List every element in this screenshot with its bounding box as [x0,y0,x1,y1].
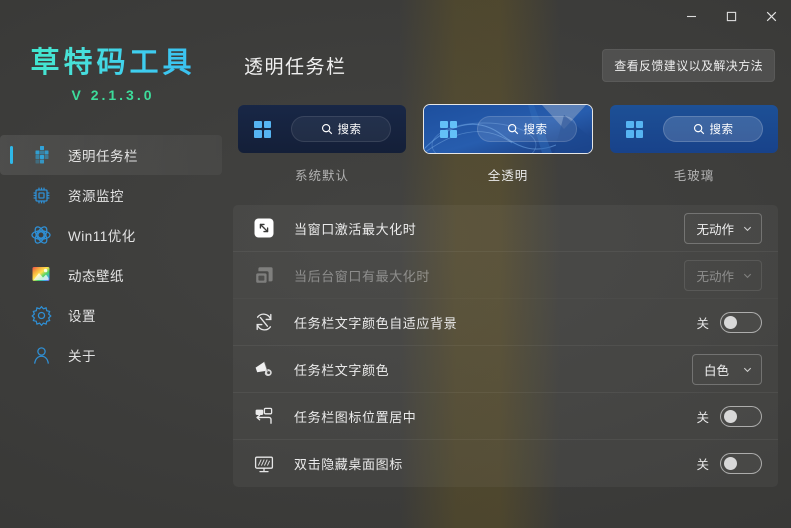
center-icons-toggle[interactable] [720,405,762,427]
sidebar-item-resource-monitor[interactable]: 资源监控 [0,175,222,215]
main-content: 透明任务栏 查看反馈建议以及解决方法 搜索 系统默认 搜索 全透明 搜索 毛玻璃… [222,0,791,528]
background-window-icon [250,261,278,289]
setting-label: 任务栏文字颜色自适应背景 [294,315,458,331]
app-logo-title: 草特码工具 [0,44,222,80]
search-preview-pill: 搜索 [291,116,391,142]
setting-label: 任务栏图标位置居中 [294,409,417,425]
setting-row-window-maximized-active[interactable]: 当窗口激活最大化时 无动作 [233,205,778,252]
taskbar-text-color-dropdown[interactable]: 白色 [692,353,762,385]
setting-label: 双击隐藏桌面图标 [294,457,403,472]
taskbar-icon [28,142,54,168]
chevron-down-icon [743,226,752,231]
style-option-system-default[interactable]: 搜索 系统默认 [238,105,406,184]
style-caption: 全透明 [487,169,529,183]
search-preview-pill: 搜索 [477,116,577,142]
maximize-window-icon [250,214,278,242]
style-caption: 毛玻璃 [673,169,715,183]
setting-row-auto-text-color[interactable]: 任务栏文字颜色自适应背景 关 [233,299,778,346]
settings-panel: 当窗口激活最大化时 无动作 当后台窗口有最大化时 无动作 任务栏文字颜色自适应背… [233,205,778,487]
dropdown-value: 无动作 [696,222,734,237]
setting-label: 当后台窗口有最大化时 [294,268,431,284]
minimize-button[interactable] [671,0,711,32]
sidebar-item-about[interactable]: 关于 [0,335,222,375]
chevron-down-icon [743,273,752,278]
hide-desktop-icons-toggle[interactable] [720,453,762,474]
setting-row-background-window-maximized: 当后台窗口有最大化时 无动作 [233,252,778,299]
sidebar-item-settings[interactable]: 设置 [0,295,222,335]
setting-row-double-click-hide-desktop-icons[interactable]: 双击隐藏桌面图标 关 [233,440,778,487]
search-label: 搜索 [523,124,548,136]
toggle-state-label: 关 [696,410,709,425]
sidebar-item-label: 设置 [68,309,96,324]
sidebar-item-label: 关于 [68,349,96,364]
chevron-down-icon [743,367,752,372]
close-button[interactable] [751,0,791,32]
style-caption: 系统默认 [294,169,349,183]
style-preview-card-selected[interactable]: 搜索 [423,104,593,154]
auto-text-color-toggle-group[interactable]: 关 [696,311,762,333]
style-preview-card[interactable]: 搜索 [238,105,406,153]
toggle-state-label: 关 [696,458,709,472]
sidebar-item-transparent-taskbar[interactable]: 透明任务栏 [0,135,222,175]
search-icon [321,123,332,135]
auto-text-color-toggle[interactable] [720,311,762,333]
style-preview-card[interactable]: 搜索 [610,105,778,153]
sidebar-item-label: 透明任务栏 [68,149,138,164]
window-maximized-action-dropdown[interactable]: 无动作 [684,212,762,244]
sidebar: 草特码工具 V 2.1.3.0 透明任务栏 资源监控 Win11优化 动态壁纸 … [0,0,222,528]
windows-logo-icon [254,120,271,138]
center-icons-toggle-group[interactable]: 关 [696,405,762,427]
search-label: 搜索 [709,124,734,136]
person-icon [28,342,54,368]
page-title: 透明任务栏 [244,56,347,78]
background-window-action-dropdown: 无动作 [684,259,762,291]
toggle-state-label: 关 [696,316,709,331]
align-center-icon [250,402,278,430]
app-version: V 2.1.3.0 [71,87,155,103]
setting-label: 当窗口激活最大化时 [294,221,417,237]
taskbar-style-options: 搜索 系统默认 搜索 全透明 搜索 毛玻璃 [238,104,778,184]
sidebar-nav: 透明任务栏 资源监控 Win11优化 动态壁纸 设置 关于 [0,135,222,375]
page-header: 透明任务栏 查看反馈建议以及解决方法 [244,48,775,82]
style-option-fully-transparent[interactable]: 搜索 全透明 [423,104,593,184]
paint-palette-icon [250,355,278,383]
dropdown-value: 无动作 [696,269,734,284]
setting-row-center-taskbar-icons[interactable]: 任务栏图标位置居中 关 [233,393,778,440]
setting-label: 任务栏文字颜色 [294,362,390,378]
feedback-button[interactable]: 查看反馈建议以及解决方法 [602,48,775,82]
setting-row-taskbar-text-color[interactable]: 任务栏文字颜色 白色 [233,346,778,393]
search-preview-pill: 搜索 [663,116,763,142]
brand-block: 草特码工具 V 2.1.3.0 [0,44,222,104]
hide-desktop-icons-toggle-group[interactable]: 关 [696,453,762,474]
wallpaper-icon [28,262,54,288]
search-label: 搜索 [337,124,362,136]
sidebar-item-label: 资源监控 [68,189,124,204]
sidebar-item-label: 动态壁纸 [68,269,124,284]
windows-logo-icon [440,120,457,138]
atom-optimize-icon [28,222,54,248]
style-option-acrylic-glass[interactable]: 搜索 毛玻璃 [610,105,778,184]
cpu-monitor-icon [28,182,54,208]
maximize-button[interactable] [711,0,751,32]
sidebar-item-dynamic-wallpaper[interactable]: 动态壁纸 [0,255,222,295]
desktop-monitor-icon [250,450,278,478]
sidebar-item-win11-optimize[interactable]: Win11优化 [0,215,222,255]
title-bar [0,0,791,32]
windows-logo-icon [626,120,643,138]
search-icon [693,123,704,135]
search-icon [507,123,518,135]
auto-refresh-icon [250,308,278,336]
dropdown-value: 白色 [704,363,730,378]
sidebar-item-label: Win11优化 [68,229,136,244]
gear-icon [28,302,54,328]
